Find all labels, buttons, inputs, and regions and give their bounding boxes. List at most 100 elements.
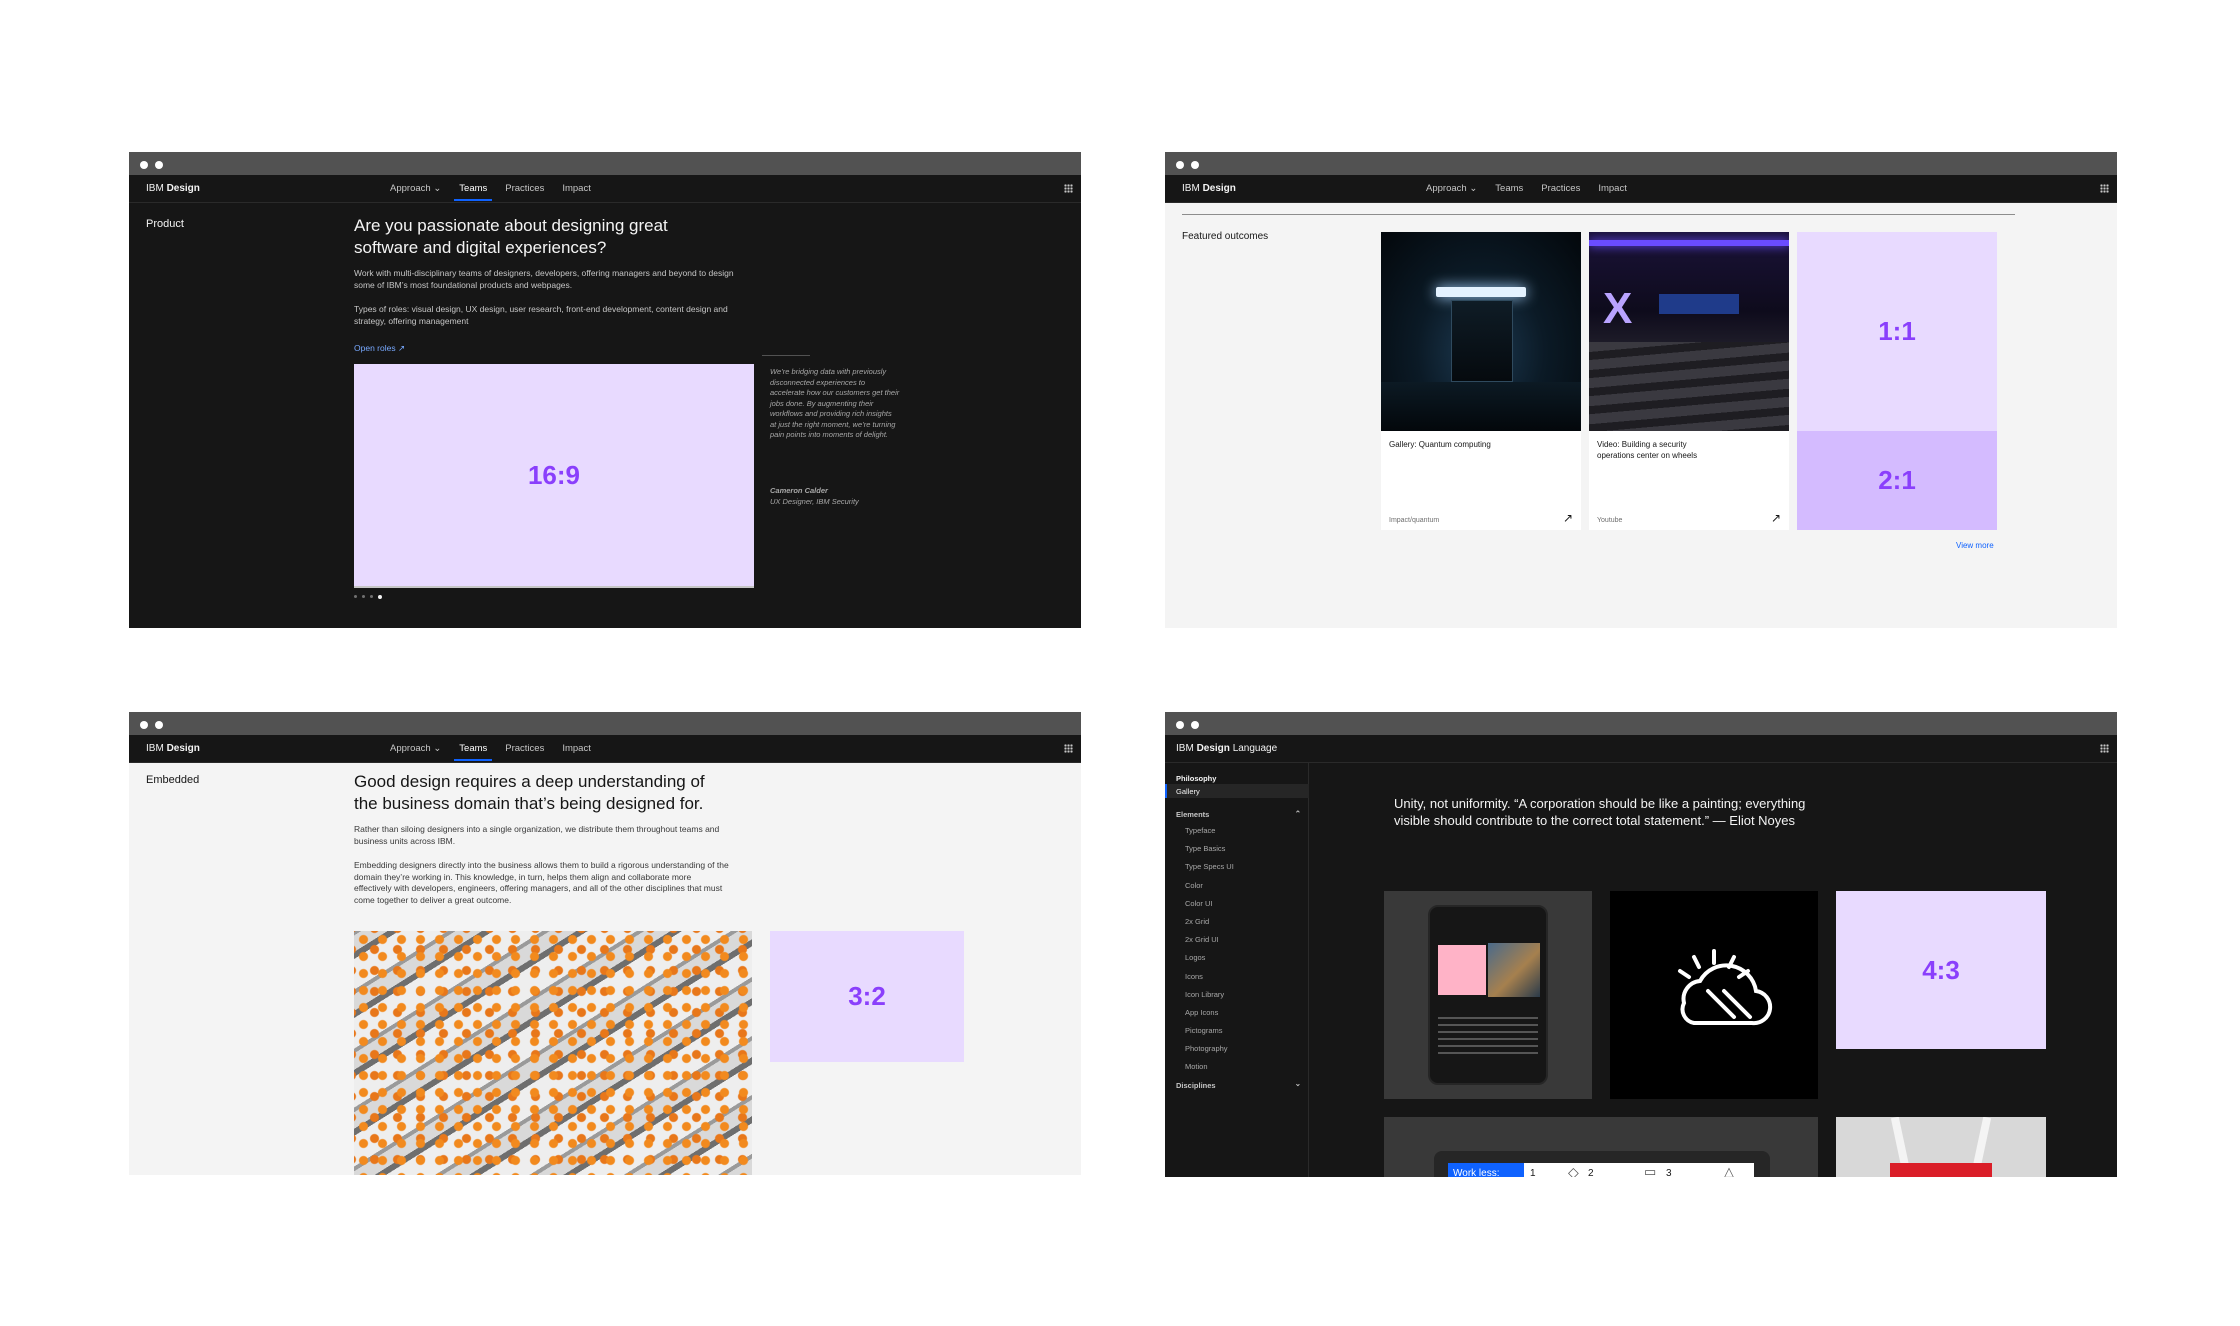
view-more-link[interactable]: View more — [1956, 540, 1994, 552]
image-placeholder-16-9: 16:9 — [354, 364, 754, 588]
nav-approach-label: Approach — [1426, 183, 1467, 194]
testimonial-author: Cameron Calder — [770, 486, 828, 495]
nav-links: Approach ⌄ Teams Practices Impact — [381, 175, 600, 203]
side-nav-item-typeface[interactable]: Typeface — [1185, 826, 1295, 844]
browser-titlebar — [129, 712, 1081, 735]
image-placeholder-4-3: 4:3 — [1836, 891, 2046, 1049]
ibm-design-logo[interactable]: IBM Design — [146, 743, 200, 754]
pagination-dot[interactable] — [362, 595, 365, 598]
red-bag — [1890, 1163, 1992, 1177]
progress-step-3[interactable]: 3 — [1666, 1168, 1672, 1177]
placeholder-ratio-label: 2:1 — [1878, 465, 1916, 495]
side-nav-disciplines-label: Disciplines — [1176, 1081, 1216, 1090]
browser-titlebar — [1165, 712, 2117, 735]
wall-screen — [1659, 294, 1739, 314]
ibm-design-logo[interactable]: IBM Design — [1182, 183, 1236, 194]
app-switcher-icon[interactable] — [2100, 184, 2109, 193]
window-dot — [1191, 161, 1199, 169]
side-nav-item-2x-grid-ui[interactable]: 2x Grid UI — [1185, 935, 1295, 953]
window-dot — [1176, 721, 1184, 729]
side-nav-philosophy[interactable]: Philosophy — [1176, 774, 1216, 783]
progress-step-1[interactable]: 1 — [1530, 1168, 1536, 1177]
nav-approach[interactable]: Approach ⌄ — [1417, 175, 1486, 203]
window-dot — [140, 161, 148, 169]
side-nav-item-icon-library[interactable]: Icon Library — [1185, 990, 1295, 1008]
side-nav-item-app-icons[interactable]: App Icons — [1185, 1008, 1295, 1026]
brand-prefix: IBM — [1182, 183, 1200, 194]
side-nav-disciplines[interactable]: Disciplines ⌄ — [1176, 1079, 1301, 1090]
side-nav-item-motion[interactable]: Motion — [1185, 1062, 1295, 1080]
nav-impact[interactable]: Impact — [1589, 175, 1636, 203]
pagination-dot-active[interactable] — [378, 595, 382, 599]
app-switcher-icon[interactable] — [1064, 744, 1073, 753]
section-divider — [1182, 214, 2015, 215]
side-nav-item-logos[interactable]: Logos — [1185, 953, 1295, 971]
nav-teams[interactable]: Teams — [450, 735, 496, 763]
side-nav-item-type-basics[interactable]: Type Basics — [1185, 844, 1295, 862]
top-nav: IBM Design Approach ⌄ Teams Practices Im… — [129, 735, 1081, 763]
side-nav-item-2x-grid[interactable]: 2x Grid — [1185, 917, 1295, 935]
side-nav-elements[interactable]: Elements ⌃ — [1176, 809, 1301, 819]
pagination-dot[interactable] — [370, 595, 373, 598]
nav-practices[interactable]: Practices — [1532, 175, 1589, 203]
nav-teams[interactable]: Teams — [1486, 175, 1532, 203]
window-embedded: IBM Design Approach ⌄ Teams Practices Im… — [129, 712, 1081, 1175]
app-switcher-icon[interactable] — [1064, 184, 1073, 193]
nav-approach[interactable]: Approach ⌄ — [381, 735, 450, 763]
browser-titlebar — [129, 152, 1081, 175]
card-security-center[interactable]: X Video: Building a security operations … — [1589, 232, 1789, 530]
ibm-design-language-logo[interactable]: IBM Design Language — [1176, 743, 1277, 754]
bag-photo-tile — [1836, 1117, 2046, 1177]
nav-approach[interactable]: Approach ⌄ — [381, 175, 450, 203]
nav-practices[interactable]: Practices — [496, 175, 553, 203]
chevron-down-icon: ⌄ — [1294, 1079, 1301, 1088]
side-nav-item-photography[interactable]: Photography — [1185, 1044, 1295, 1062]
card-meta: Impact/quantum — [1389, 517, 1440, 524]
x-force-logo: X — [1603, 284, 1633, 333]
open-roles-link[interactable]: Open roles ↗ — [354, 343, 405, 355]
eliot-noyes-quote: Unity, not uniformity. “A corporation sh… — [1394, 796, 1806, 828]
brand-prefix: IBM — [1176, 743, 1194, 754]
main-content: Unity, not uniformity. “A corporation sh… — [1309, 763, 2117, 1177]
brand-prefix: IBM — [146, 183, 164, 194]
pagination-dot[interactable] — [354, 595, 357, 598]
card-title: Video: Building a security operations ce… — [1597, 440, 1698, 460]
bag-strap — [1890, 1117, 1910, 1168]
progress-step-2[interactable]: 2 — [1588, 1168, 1594, 1177]
nav-impact[interactable]: Impact — [553, 735, 600, 763]
window-product: IBM Design Approach ⌄ Teams Practices Im… — [129, 152, 1081, 628]
ibm-cloud-icon-tile — [1610, 891, 1818, 1099]
nav-practices[interactable]: Practices — [496, 735, 553, 763]
image-placeholder-2-1: 2:1 — [1797, 431, 1997, 530]
ibm-design-logo[interactable]: IBM Design — [146, 183, 200, 194]
window-featured-outcomes: IBM Design Approach ⌄ Teams Practices Im… — [1165, 152, 2117, 628]
image-placeholder-1-1: 1:1 — [1797, 232, 1997, 431]
window-dot — [155, 161, 163, 169]
nav-links: Approach ⌄ Teams Practices Impact — [1417, 175, 1636, 203]
card-quantum[interactable]: Gallery: Quantum computing Impact/quantu… — [1381, 232, 1581, 530]
tablet-screen-pink — [1438, 945, 1486, 995]
card-title: Gallery: Quantum computing — [1389, 440, 1491, 449]
side-nav-item-pictograms[interactable]: Pictograms — [1185, 1026, 1295, 1044]
page-heading: Are you passionate about designing great… — [354, 216, 668, 257]
side-nav-item-color-ui[interactable]: Color UI — [1185, 899, 1295, 917]
side-nav-item-type-specs-ui[interactable]: Type Specs UI — [1185, 862, 1295, 880]
side-nav-gallery[interactable]: Gallery — [1165, 784, 1309, 798]
page-label: Embedded — [146, 774, 200, 786]
quantum-light — [1436, 287, 1526, 297]
nav-teams[interactable]: Teams — [450, 175, 496, 203]
brand-name: Design — [1196, 743, 1230, 754]
page-label: Product — [146, 218, 184, 230]
side-nav-item-icons[interactable]: Icons — [1185, 972, 1295, 990]
progress-indicator: Work less: 1 ◇ 2 ▭ 3 △ — [1448, 1163, 1754, 1177]
nav-impact[interactable]: Impact — [553, 175, 600, 203]
card-meta: Youtube — [1597, 517, 1623, 524]
page-content: Product Are you passionate about designi… — [129, 203, 1081, 628]
app-switcher-icon[interactable] — [2100, 744, 2109, 753]
side-nav-item-color[interactable]: Color — [1185, 881, 1295, 899]
tablet-screen-photo — [1488, 943, 1540, 997]
tablet-screen-lines — [1438, 1017, 1538, 1057]
placeholder-ratio-label: 3:2 — [848, 981, 886, 1011]
side-nav-gallery-label: Gallery — [1176, 787, 1200, 796]
quote-divider — [762, 355, 810, 356]
